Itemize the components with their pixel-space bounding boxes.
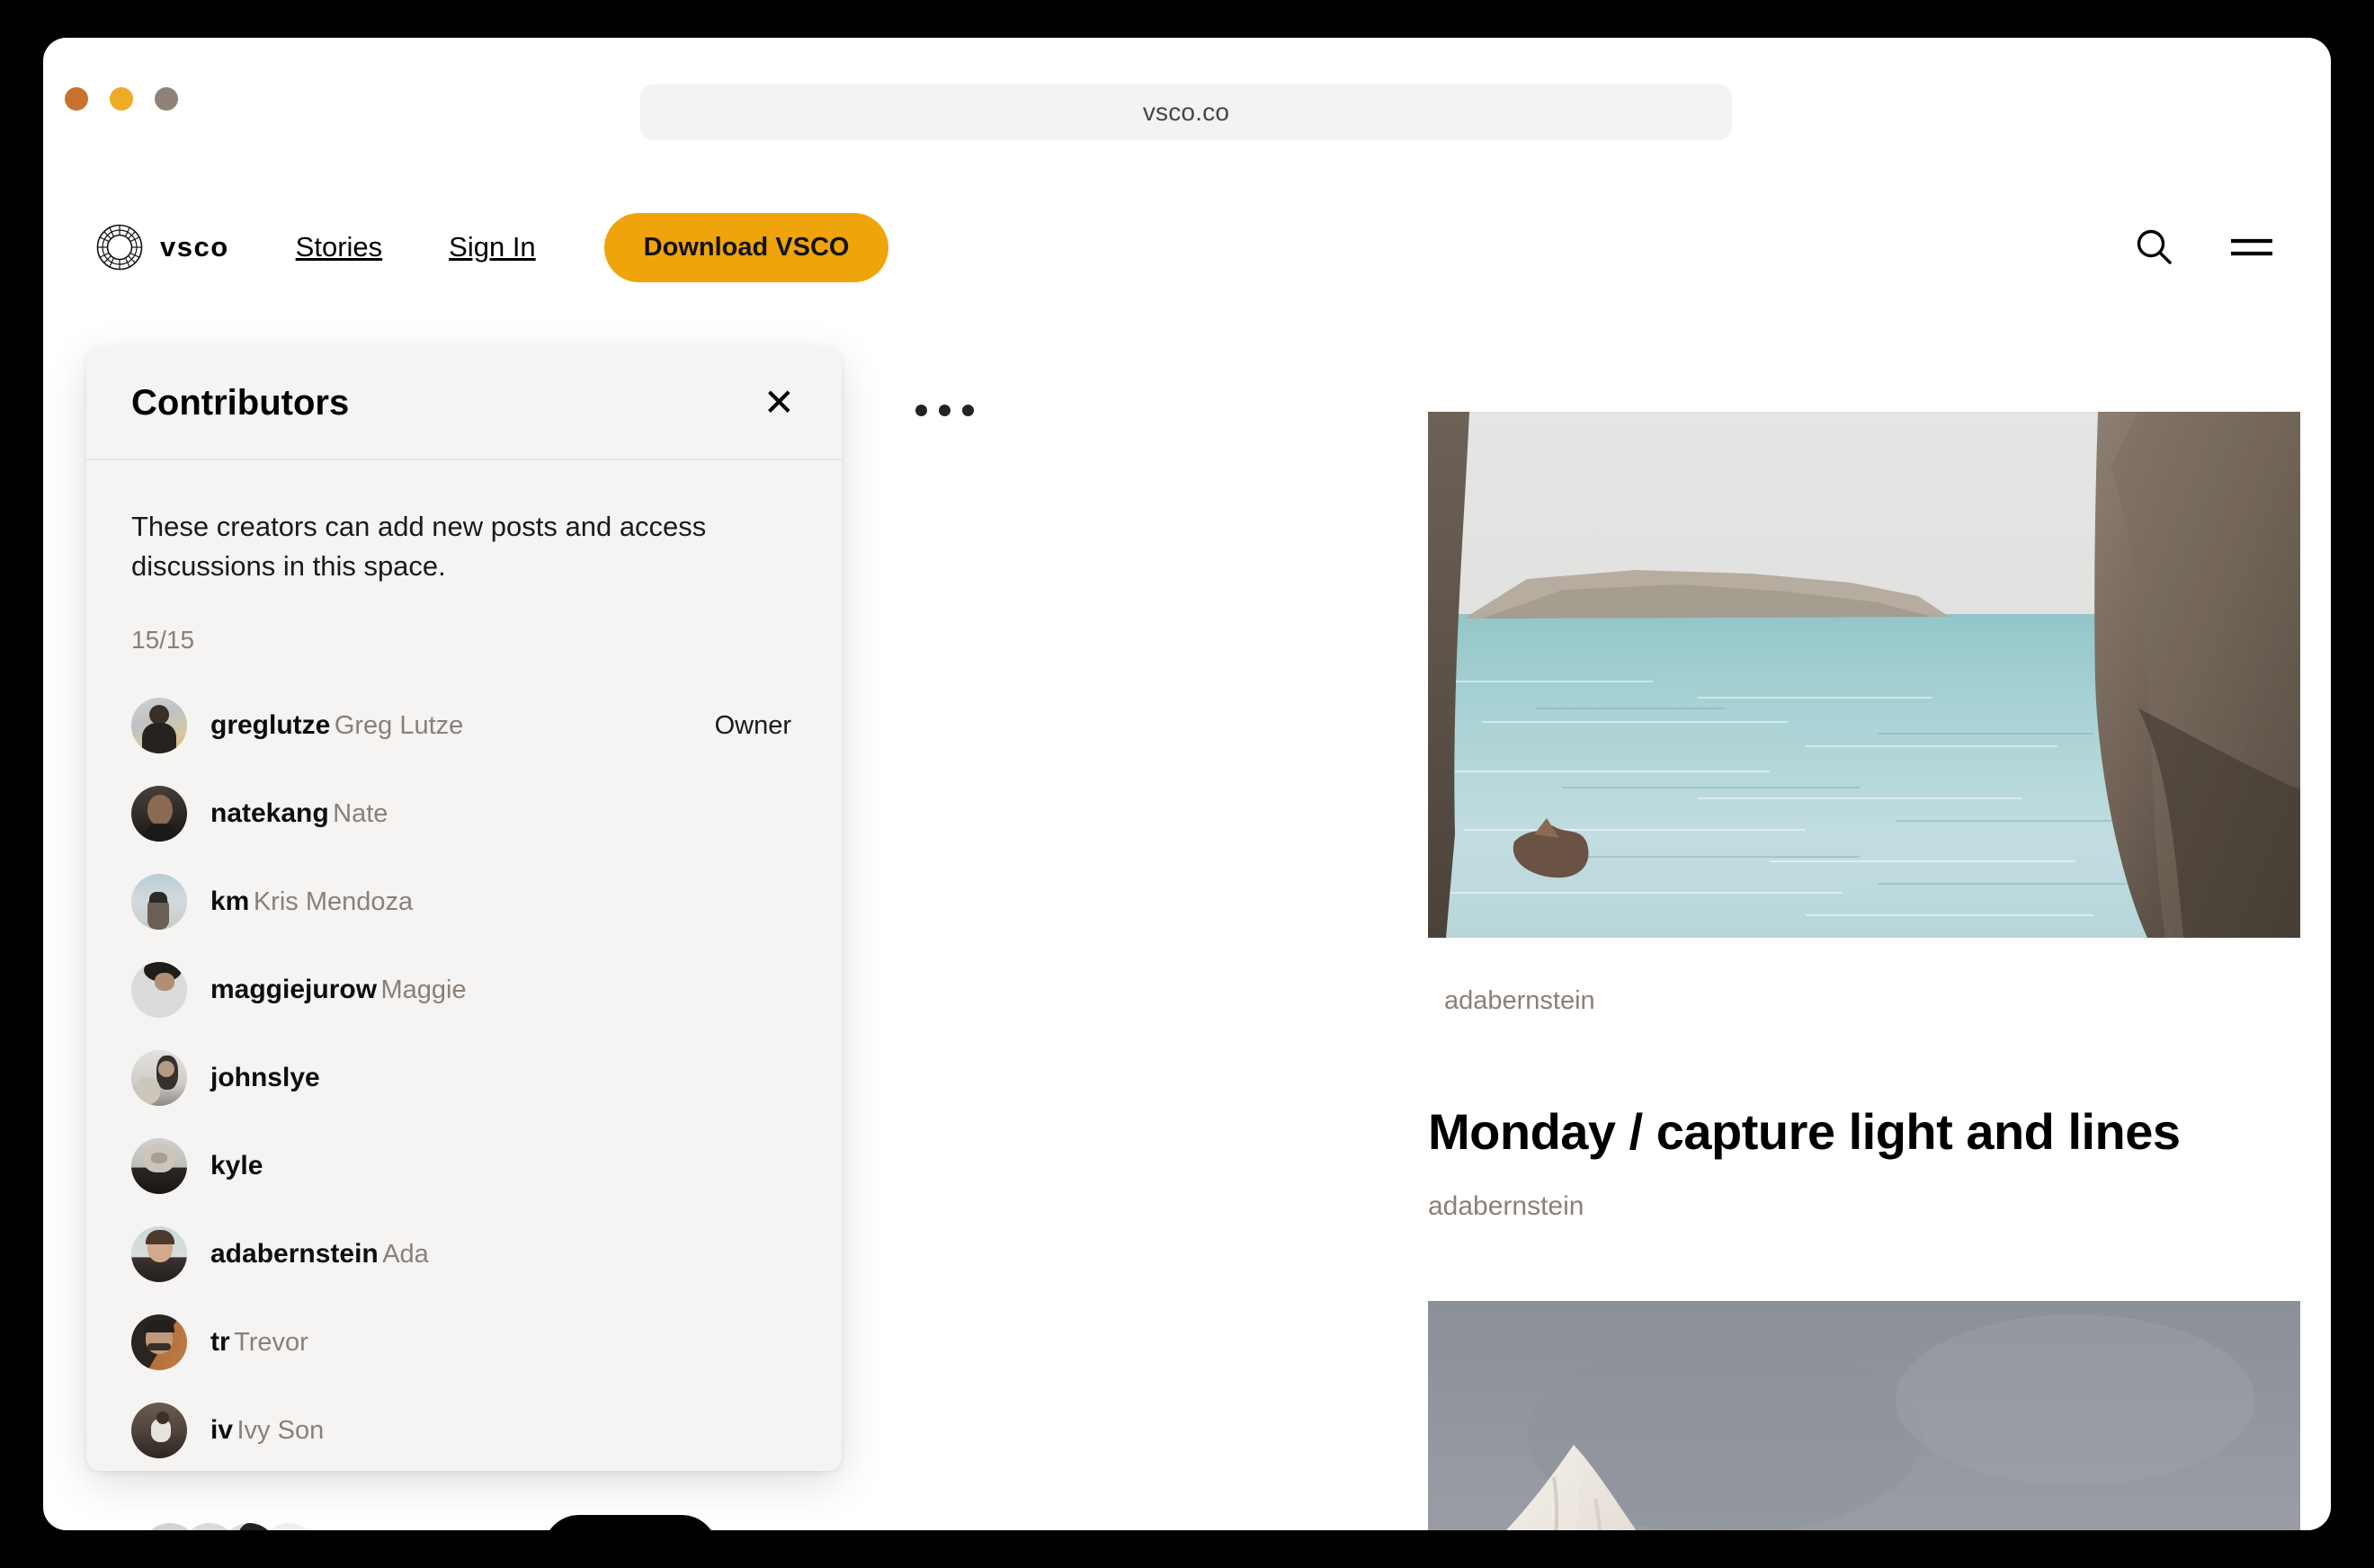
contributor-username: tr	[210, 1327, 230, 1358]
close-icon[interactable]: ✕	[763, 384, 795, 422]
nav-link-stories[interactable]: Stories	[296, 231, 382, 263]
maximize-window-button[interactable]	[155, 87, 178, 111]
seascape-image	[1428, 412, 2300, 938]
search-icon[interactable]	[2133, 226, 2176, 269]
contributor-avatar-stack[interactable]: +15	[142, 1523, 317, 1530]
contributor-username: greglutze	[210, 710, 331, 741]
contributor-count: 15/15	[131, 626, 195, 655]
modal-header: Contributors ✕	[86, 347, 842, 460]
post-title[interactable]: Monday / capture light and lines	[1428, 1102, 2300, 1161]
list-item[interactable]: iv Ivy Son	[131, 1386, 797, 1471]
contributor-text: iv Ivy Son	[210, 1413, 324, 1448]
contributor-text: natekang Nate	[210, 797, 388, 831]
list-item[interactable]: greglutze Greg Lutze Owner	[131, 682, 797, 770]
space-footer: +15 Follow	[142, 1515, 718, 1530]
avatar	[131, 1226, 187, 1283]
post-author[interactable]: adabernstein	[1428, 1191, 2300, 1222]
contributor-name: Nate	[333, 799, 388, 829]
contributor-name: Ivy Son	[237, 1416, 325, 1446]
close-window-button[interactable]	[65, 87, 88, 111]
modal-description: These creators can add new posts and acc…	[131, 511, 707, 583]
address-bar[interactable]: vsco.co	[640, 85, 1732, 140]
browser-chrome: vsco.co	[43, 38, 2331, 144]
list-item[interactable]: johnslye	[131, 1034, 797, 1122]
hamburger-menu-icon[interactable]	[2228, 231, 2275, 263]
list-item[interactable]: kyle	[131, 1122, 797, 1210]
avatar	[131, 962, 187, 1019]
contributor-text: maggiejurow Maggie	[210, 973, 467, 1007]
avatar	[131, 698, 187, 754]
more-dot	[915, 405, 927, 416]
contributor-name: Kris Mendoza	[253, 887, 414, 917]
minimize-window-button[interactable]	[110, 87, 133, 111]
modal-title: Contributors	[131, 382, 350, 423]
contributor-name: Greg Lutze	[334, 711, 464, 741]
contributor-text: johnslye	[210, 1061, 320, 1095]
avatar	[131, 786, 187, 842]
brand-logo-link[interactable]: vsco	[95, 223, 229, 272]
contributor-text: km Kris Mendoza	[210, 885, 413, 919]
feed-column: adabernstein Monday / capture light and …	[1428, 412, 2300, 1530]
contributor-text: tr Trevor	[210, 1325, 308, 1359]
contributor-list: greglutze Greg Lutze Owner natekang Nate…	[131, 682, 797, 1471]
contributor-username: maggiejurow	[210, 975, 378, 1005]
brand-name: vsco	[160, 231, 229, 263]
more-dot	[962, 405, 974, 416]
url-text: vsco.co	[1142, 98, 1230, 126]
feed-photo-portrait[interactable]	[1428, 1301, 2300, 1530]
contributor-text: kyle	[210, 1149, 263, 1183]
modal-body: These creators can add new posts and acc…	[86, 460, 842, 1471]
photo-caption: adabernstein	[1444, 986, 1595, 1015]
contributor-name: Trevor	[234, 1328, 308, 1358]
avatar	[131, 874, 187, 931]
avatar	[131, 1138, 187, 1195]
avatar	[131, 1050, 187, 1107]
contributor-text: greglutze Greg Lutze	[210, 708, 463, 743]
avatar	[221, 1523, 277, 1530]
avatar	[131, 1403, 187, 1459]
list-item[interactable]: km Kris Mendoza	[131, 858, 797, 946]
list-item[interactable]: natekang Nate	[131, 770, 797, 858]
vsco-ring-icon	[96, 224, 143, 271]
browser-window: vsco.co vsco Stories Sign In Download VS…	[43, 38, 2331, 1530]
nav-actions	[2133, 226, 2275, 269]
contributor-name: Maggie	[380, 976, 467, 1005]
avatar	[131, 1314, 187, 1371]
contributor-username: kyle	[210, 1151, 263, 1181]
contributors-modal: Contributors ✕ These creators can add ne…	[86, 347, 842, 1471]
follow-button[interactable]: Follow	[543, 1515, 718, 1530]
list-item[interactable]: tr Trevor	[131, 1298, 797, 1386]
more-dot	[939, 405, 950, 416]
contributor-username: adabernstein	[210, 1239, 379, 1270]
page-content: vsco Stories Sign In Download VSCO adabe…	[43, 144, 2331, 1530]
list-item[interactable]: maggiejurow Maggie	[131, 946, 797, 1034]
site-navigation: vsco Stories Sign In Download VSCO	[43, 198, 2331, 297]
list-item[interactable]: adabernstein Ada	[131, 1210, 797, 1298]
window-controls	[65, 87, 178, 111]
owner-badge: Owner	[714, 710, 791, 740]
feed-photo-seascape[interactable]	[1428, 412, 2300, 938]
portrait-image	[1428, 1301, 2300, 1530]
download-vsco-button[interactable]: Download VSCO	[603, 212, 889, 282]
contributor-username: natekang	[210, 798, 329, 829]
contributor-text: adabernstein Ada	[210, 1237, 429, 1271]
more-options-icon[interactable]	[915, 405, 1140, 416]
contributor-name: Ada	[382, 1240, 429, 1270]
contributor-username: iv	[210, 1415, 234, 1446]
contributor-username: johnslye	[210, 1063, 320, 1093]
contributor-username: km	[210, 886, 250, 917]
nav-link-sign-in[interactable]: Sign In	[449, 231, 536, 263]
